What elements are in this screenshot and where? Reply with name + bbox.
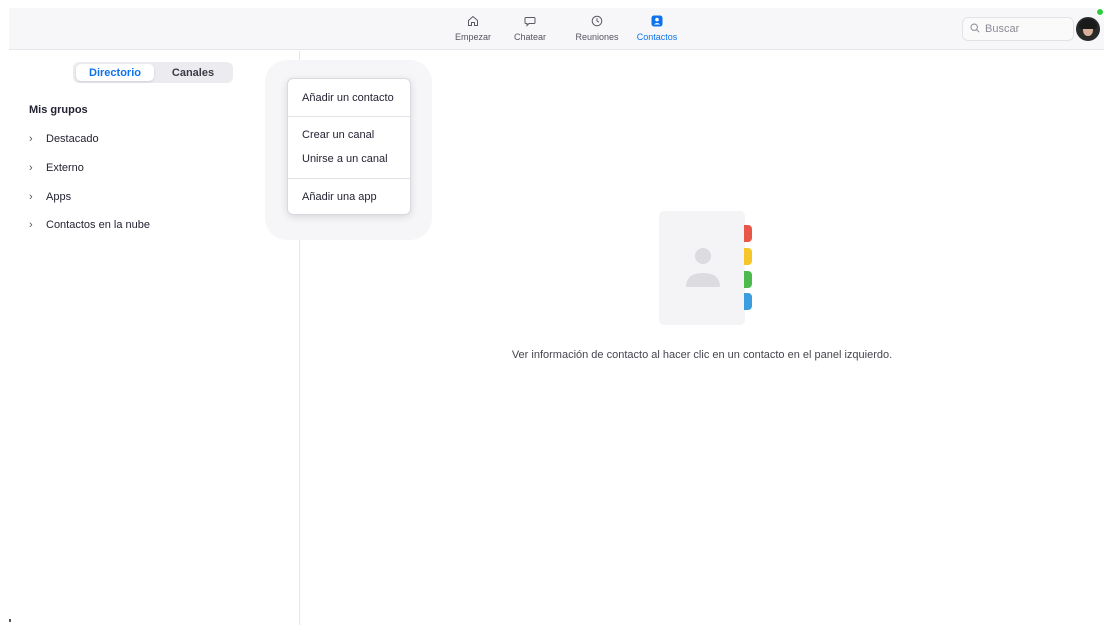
- group-row-destacado[interactable]: › Destacado 0: [29, 130, 289, 148]
- nav-label: Chatear: [513, 32, 547, 42]
- contacts-sidebar: Directorio Canales Mis grupos › Destacad…: [9, 51, 300, 625]
- presence-indicator: [1096, 8, 1104, 16]
- avatar[interactable]: [1076, 17, 1100, 41]
- empty-state-message: Ver información de contacto al hacer cli…: [511, 349, 893, 361]
- chevron-right-icon: ›: [29, 219, 33, 231]
- book-tab-yellow: [744, 248, 752, 265]
- chevron-right-icon: ›: [29, 191, 33, 203]
- chevron-right-icon: ›: [29, 162, 33, 174]
- home-icon: [467, 11, 479, 31]
- nav-reuniones[interactable]: Reuniones: [567, 11, 627, 42]
- group-row-externo[interactable]: › Externo 0: [29, 159, 289, 177]
- menu-divider: [288, 178, 410, 179]
- sidebar-tabs: Directorio Canales: [73, 62, 233, 83]
- avatar-hair: [1079, 19, 1097, 29]
- group-name: Destacado: [46, 133, 99, 145]
- search-input[interactable]: Buscar: [962, 17, 1074, 41]
- menu-item-create-channel[interactable]: Crear un canal: [302, 129, 374, 141]
- search-icon: [970, 20, 980, 38]
- contacts-icon: [651, 11, 663, 31]
- nav-label: Contactos: [636, 32, 678, 42]
- group-row-apps[interactable]: › Apps 0: [29, 188, 289, 206]
- group-name: Apps: [46, 191, 72, 203]
- menu-divider: [288, 116, 410, 117]
- group-row-contactos-nube[interactable]: › Contactos en la nube 0: [29, 216, 289, 234]
- menu-item-join-channel[interactable]: Unirse a un canal: [302, 153, 388, 165]
- chevron-right-icon: ›: [29, 133, 33, 145]
- contact-person-icon: [686, 248, 720, 287]
- nav-contactos[interactable]: Contactos: [627, 11, 687, 42]
- nav-label: Reuniones: [575, 32, 619, 42]
- book-tab-blue: [744, 293, 752, 310]
- clock-icon: [591, 11, 603, 31]
- add-menu: Añadir un contacto Crear un canal Unirse…: [287, 78, 411, 215]
- book-tab-green: [744, 271, 752, 288]
- top-bar: Empezar Chatear Reuniones Contactos Busc…: [9, 8, 1104, 50]
- chat-icon: [524, 11, 536, 31]
- nav-label: Empezar: [454, 32, 491, 42]
- section-title: Mis grupos: [29, 104, 88, 116]
- search-placeholder: Buscar: [985, 23, 1020, 35]
- book-tab-red: [744, 225, 752, 242]
- group-name: Contactos en la nube: [46, 219, 150, 231]
- nav-empezar[interactable]: Empezar: [443, 11, 503, 42]
- menu-item-add-contact[interactable]: Añadir un contacto: [302, 92, 394, 104]
- menu-item-add-app[interactable]: Añadir una app: [302, 191, 377, 203]
- tab-canales[interactable]: Canales: [157, 64, 229, 81]
- tab-directorio[interactable]: Directorio: [76, 64, 154, 81]
- group-name: Externo: [46, 162, 84, 174]
- nav-chatear[interactable]: Chatear: [500, 11, 560, 42]
- contact-book-illustration: [659, 211, 745, 325]
